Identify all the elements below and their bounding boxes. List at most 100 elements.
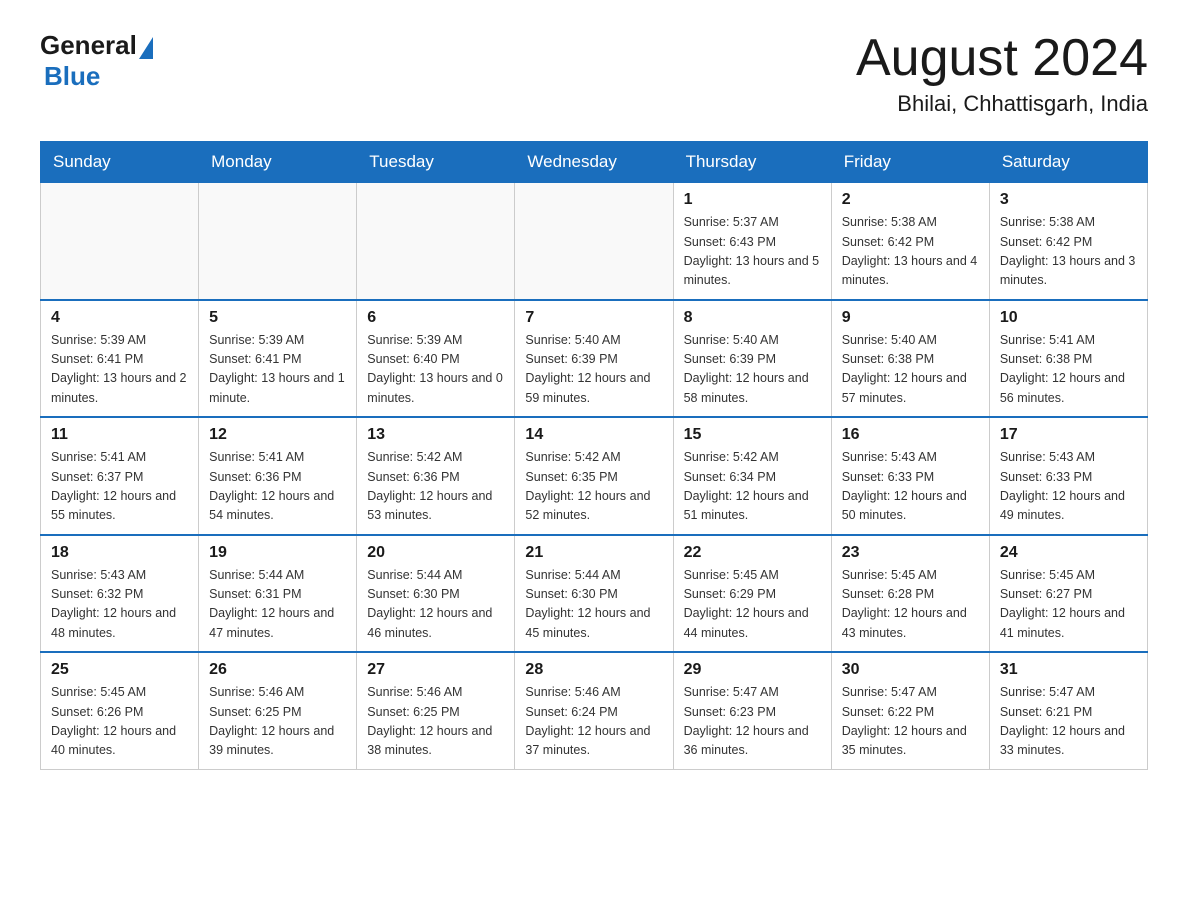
day-number: 10 — [1000, 309, 1137, 327]
calendar-cell: 15Sunrise: 5:42 AMSunset: 6:34 PMDayligh… — [673, 417, 831, 535]
day-info: Sunrise: 5:39 AMSunset: 6:40 PMDaylight:… — [367, 331, 504, 409]
day-number: 12 — [209, 426, 346, 444]
day-number: 27 — [367, 661, 504, 679]
location-title: Bhilai, Chhattisgarh, India — [856, 91, 1148, 117]
day-number: 9 — [842, 309, 979, 327]
calendar-cell: 6 Sunrise: 5:39 AMSunset: 6:40 PMDaylight… — [357, 300, 515, 418]
calendar-week-row: 4 Sunrise: 5:39 AMSunset: 6:41 PMDaylight… — [41, 300, 1148, 418]
day-info: Sunrise: 5:47 AMSunset: 6:23 PMDaylight:… — [684, 683, 821, 761]
calendar-cell: 9 Sunrise: 5:40 AMSunset: 6:38 PMDaylight… — [831, 300, 989, 418]
calendar-day-header: Saturday — [989, 142, 1147, 183]
calendar-cell: 23 Sunrise: 5:45 AMSunset: 6:28 PMDayligh… — [831, 535, 989, 653]
day-number: 23 — [842, 544, 979, 562]
calendar-week-row: 1 Sunrise: 5:37 AMSunset: 6:43 PMDaylight… — [41, 183, 1148, 300]
day-info: Sunrise: 5:45 AMSunset: 6:27 PMDaylight:… — [1000, 566, 1137, 644]
logo: General Blue — [40, 30, 155, 92]
day-info: Sunrise: 5:46 AMSunset: 6:25 PMDaylight:… — [209, 683, 346, 761]
day-info: Sunrise: 5:45 AMSunset: 6:26 PMDaylight:… — [51, 683, 188, 761]
calendar-cell: 30 Sunrise: 5:47 AMSunset: 6:22 PMDayligh… — [831, 652, 989, 769]
day-info: Sunrise: 5:39 AMSunset: 6:41 PMDaylight:… — [209, 331, 346, 409]
day-info: Sunrise: 5:37 AMSunset: 6:43 PMDaylight:… — [684, 213, 821, 291]
day-number: 1 — [684, 191, 821, 209]
day-number: 15 — [684, 426, 821, 444]
day-info: Sunrise: 5:40 AMSunset: 6:39 PMDaylight:… — [684, 331, 821, 409]
calendar-day-header: Tuesday — [357, 142, 515, 183]
calendar-cell: 7 Sunrise: 5:40 AMSunset: 6:39 PMDaylight… — [515, 300, 673, 418]
calendar-cell — [199, 183, 357, 300]
day-number: 4 — [51, 309, 188, 327]
calendar-day-header: Monday — [199, 142, 357, 183]
calendar-cell: 20Sunrise: 5:44 AMSunset: 6:30 PMDayligh… — [357, 535, 515, 653]
day-number: 21 — [525, 544, 662, 562]
calendar-cell: 19 Sunrise: 5:44 AMSunset: 6:31 PMDayligh… — [199, 535, 357, 653]
day-info: Sunrise: 5:44 AMSunset: 6:31 PMDaylight:… — [209, 566, 346, 644]
day-number: 5 — [209, 309, 346, 327]
day-info: Sunrise: 5:43 AMSunset: 6:33 PMDaylight:… — [842, 448, 979, 526]
day-info: Sunrise: 5:40 AMSunset: 6:39 PMDaylight:… — [525, 331, 662, 409]
day-info: Sunrise: 5:41 AMSunset: 6:37 PMDaylight:… — [51, 448, 188, 526]
day-number: 11 — [51, 426, 188, 444]
day-number: 7 — [525, 309, 662, 327]
day-number: 29 — [684, 661, 821, 679]
day-info: Sunrise: 5:44 AMSunset: 6:30 PMDaylight:… — [525, 566, 662, 644]
calendar-cell: 3Sunrise: 5:38 AMSunset: 6:42 PMDaylight… — [989, 183, 1147, 300]
day-number: 6 — [367, 309, 504, 327]
logo-triangle-icon — [139, 37, 153, 59]
calendar-day-header: Friday — [831, 142, 989, 183]
calendar-cell: 4Sunrise: 5:39 AMSunset: 6:41 PMDaylight… — [41, 300, 199, 418]
day-info: Sunrise: 5:45 AMSunset: 6:28 PMDaylight:… — [842, 566, 979, 644]
month-title: August 2024 — [856, 30, 1148, 87]
day-info: Sunrise: 5:47 AMSunset: 6:22 PMDaylight:… — [842, 683, 979, 761]
calendar-cell: 1 Sunrise: 5:37 AMSunset: 6:43 PMDaylight… — [673, 183, 831, 300]
calendar-cell: 2 Sunrise: 5:38 AMSunset: 6:42 PMDaylight… — [831, 183, 989, 300]
calendar-week-row: 25 Sunrise: 5:45 AMSunset: 6:26 PMDayligh… — [41, 652, 1148, 769]
calendar-cell: 31 Sunrise: 5:47 AMSunset: 6:21 PMDayligh… — [989, 652, 1147, 769]
calendar-cell: 27 Sunrise: 5:46 AMSunset: 6:25 PMDayligh… — [357, 652, 515, 769]
logo-blue-text: Blue — [44, 61, 100, 92]
day-info: Sunrise: 5:40 AMSunset: 6:38 PMDaylight:… — [842, 331, 979, 409]
day-number: 17 — [1000, 426, 1137, 444]
day-number: 13 — [367, 426, 504, 444]
day-info: Sunrise: 5:47 AMSunset: 6:21 PMDaylight:… — [1000, 683, 1137, 761]
calendar-cell: 12 Sunrise: 5:41 AMSunset: 6:36 PMDayligh… — [199, 417, 357, 535]
calendar-week-row: 18Sunrise: 5:43 AMSunset: 6:32 PMDayligh… — [41, 535, 1148, 653]
day-number: 22 — [684, 544, 821, 562]
day-number: 16 — [842, 426, 979, 444]
title-section: August 2024 Bhilai, Chhattisgarh, India — [856, 30, 1148, 117]
calendar-cell: 24 Sunrise: 5:45 AMSunset: 6:27 PMDayligh… — [989, 535, 1147, 653]
day-number: 31 — [1000, 661, 1137, 679]
calendar-cell: 21 Sunrise: 5:44 AMSunset: 6:30 PMDayligh… — [515, 535, 673, 653]
calendar-cell: 14Sunrise: 5:42 AMSunset: 6:35 PMDayligh… — [515, 417, 673, 535]
calendar-cell — [357, 183, 515, 300]
day-info: Sunrise: 5:44 AMSunset: 6:30 PMDaylight:… — [367, 566, 504, 644]
calendar-cell: 10Sunrise: 5:41 AMSunset: 6:38 PMDayligh… — [989, 300, 1147, 418]
day-info: Sunrise: 5:46 AMSunset: 6:25 PMDaylight:… — [367, 683, 504, 761]
day-info: Sunrise: 5:38 AMSunset: 6:42 PMDaylight:… — [1000, 213, 1137, 291]
calendar-cell — [515, 183, 673, 300]
calendar-cell: 28Sunrise: 5:46 AMSunset: 6:24 PMDayligh… — [515, 652, 673, 769]
day-number: 28 — [525, 661, 662, 679]
day-number: 2 — [842, 191, 979, 209]
calendar-header-row: SundayMondayTuesdayWednesdayThursdayFrid… — [41, 142, 1148, 183]
calendar-cell: 18Sunrise: 5:43 AMSunset: 6:32 PMDayligh… — [41, 535, 199, 653]
day-number: 24 — [1000, 544, 1137, 562]
day-info: Sunrise: 5:41 AMSunset: 6:36 PMDaylight:… — [209, 448, 346, 526]
day-info: Sunrise: 5:42 AMSunset: 6:36 PMDaylight:… — [367, 448, 504, 526]
calendar-cell: 17 Sunrise: 5:43 AMSunset: 6:33 PMDayligh… — [989, 417, 1147, 535]
calendar-cell: 8 Sunrise: 5:40 AMSunset: 6:39 PMDaylight… — [673, 300, 831, 418]
calendar-cell: 16 Sunrise: 5:43 AMSunset: 6:33 PMDayligh… — [831, 417, 989, 535]
calendar-cell: 5 Sunrise: 5:39 AMSunset: 6:41 PMDaylight… — [199, 300, 357, 418]
calendar-cell: 22Sunrise: 5:45 AMSunset: 6:29 PMDayligh… — [673, 535, 831, 653]
day-number: 25 — [51, 661, 188, 679]
calendar-day-header: Sunday — [41, 142, 199, 183]
page-header: General Blue August 2024 Bhilai, Chhatti… — [40, 30, 1148, 117]
day-number: 8 — [684, 309, 821, 327]
day-info: Sunrise: 5:38 AMSunset: 6:42 PMDaylight:… — [842, 213, 979, 291]
calendar-cell: 25 Sunrise: 5:45 AMSunset: 6:26 PMDayligh… — [41, 652, 199, 769]
logo-general-text: General — [40, 30, 137, 61]
day-number: 30 — [842, 661, 979, 679]
day-number: 19 — [209, 544, 346, 562]
day-info: Sunrise: 5:43 AMSunset: 6:32 PMDaylight:… — [51, 566, 188, 644]
day-info: Sunrise: 5:43 AMSunset: 6:33 PMDaylight:… — [1000, 448, 1137, 526]
calendar-cell: 13 Sunrise: 5:42 AMSunset: 6:36 PMDayligh… — [357, 417, 515, 535]
